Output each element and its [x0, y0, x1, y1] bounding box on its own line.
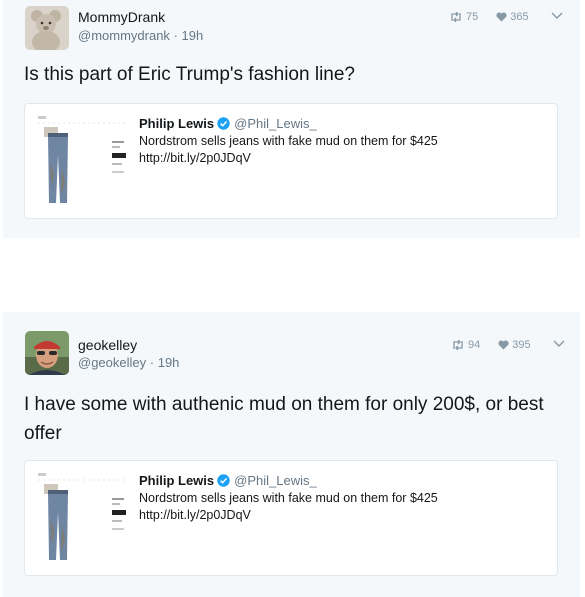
quoted-handle[interactable]: @Phil_Lewis_ — [234, 473, 317, 488]
handle-line: @geokelley · 19h — [78, 355, 179, 370]
quoted-display-name[interactable]: Philip Lewis — [139, 473, 214, 488]
tweet-stats: 94 395 — [451, 339, 549, 351]
quoted-handle[interactable]: @Phil_Lewis_ — [234, 116, 317, 131]
quoted-tweet[interactable]: Philip Lewis @Phil_Lewis_ Nordstrom sell… — [24, 103, 558, 219]
quoted-author[interactable]: Philip Lewis @Phil_Lewis_ — [139, 473, 317, 488]
quoted-text-line: Nordstrom sells jeans with fake mud on t… — [139, 491, 438, 505]
heart-icon — [496, 12, 507, 22]
retweet-action[interactable]: 94 — [451, 339, 480, 351]
like-count: 365 — [510, 11, 529, 23]
like-count: 395 — [512, 339, 531, 351]
tweet-text: I have some with authenic mud on them fo… — [24, 394, 544, 444]
separator: · — [149, 355, 155, 370]
jeans-thumbnail — [34, 113, 130, 207]
timestamp[interactable]: 19h — [182, 28, 204, 43]
quoted-author[interactable]: Philip Lewis @Phil_Lewis_ — [139, 116, 317, 131]
tweet-card[interactable]: MommyDrank @mommydrank · 19h 75 365 Is t… — [3, 0, 580, 238]
tweet-text: Is this part of Eric Trump's fashion lin… — [24, 64, 355, 85]
retweet-action[interactable]: 75 — [449, 11, 478, 23]
heart-icon — [498, 340, 509, 350]
quoted-tweet[interactable]: Philip Lewis @Phil_Lewis_ Nordstrom sell… — [24, 460, 558, 576]
user-handle[interactable]: @mommydrank — [78, 28, 170, 43]
retweet-icon — [453, 340, 463, 350]
like-action[interactable]: 365 — [496, 11, 529, 23]
display-name[interactable]: MommyDrank — [78, 9, 165, 25]
retweet-count: 75 — [466, 11, 479, 23]
display-name[interactable]: geokelley — [78, 337, 137, 353]
quoted-text: Nordstrom sells jeans with fake mud on t… — [139, 490, 539, 524]
quoted-link[interactable]: http://bit.ly/2p0JDqV — [139, 150, 539, 167]
quoted-text-line: Nordstrom sells jeans with fake mud on t… — [139, 134, 438, 148]
verified-badge-icon — [217, 117, 230, 130]
teddy-bear-avatar[interactable] — [25, 6, 69, 50]
man-with-cap-avatar[interactable] — [25, 331, 69, 375]
retweet-count: 94 — [468, 339, 481, 351]
handle-line: @mommydrank · 19h — [78, 28, 203, 43]
quoted-display-name[interactable]: Philip Lewis — [139, 116, 214, 131]
tweet-card[interactable]: geokelley @geokelley · 19h 94 395 I have… — [3, 312, 580, 597]
tweet-stats: 75 365 — [449, 11, 547, 23]
separator: · — [173, 28, 178, 43]
user-handle[interactable]: @geokelley — [78, 355, 146, 370]
chevron-down-icon[interactable] — [553, 340, 565, 348]
retweet-icon — [451, 12, 461, 22]
timestamp[interactable]: 19h — [158, 355, 180, 370]
jeans-thumbnail — [34, 470, 130, 564]
like-action[interactable]: 395 — [498, 339, 531, 351]
quoted-link[interactable]: http://bit.ly/2p0JDqV — [139, 507, 539, 524]
quoted-text: Nordstrom sells jeans with fake mud on t… — [139, 133, 539, 167]
chevron-down-icon[interactable] — [551, 12, 563, 20]
verified-badge-icon — [217, 474, 230, 487]
